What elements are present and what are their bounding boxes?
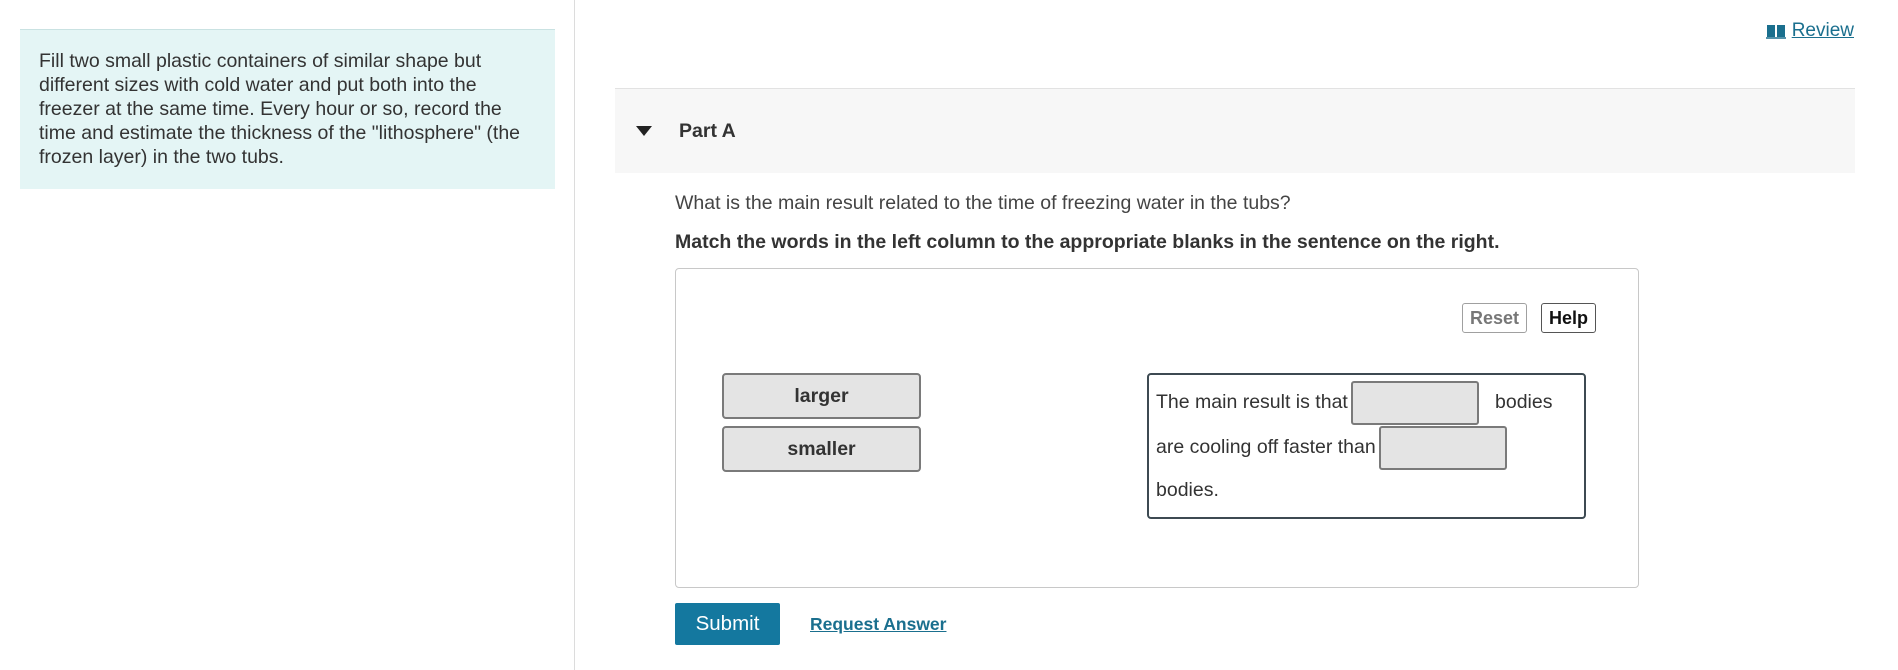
instruction-text: Match the words in the left column to th…	[675, 231, 1500, 253]
sentence-text-2: bodies	[1495, 391, 1553, 413]
review-link[interactable]: Review	[1765, 20, 1854, 42]
sentence-text-3: are cooling off faster than	[1156, 436, 1376, 458]
part-a-header[interactable]: Part A	[615, 88, 1855, 173]
sentence-text-4: bodies.	[1156, 479, 1219, 501]
drag-drop-panel: Reset Help larger smaller The main resul…	[675, 268, 1639, 588]
reset-button[interactable]: Reset	[1462, 303, 1528, 333]
word-tile-smaller[interactable]: smaller	[722, 426, 921, 472]
word-tile-larger[interactable]: larger	[722, 373, 921, 419]
request-answer-link[interactable]: Request Answer	[810, 614, 946, 635]
book-icon	[1765, 25, 1786, 39]
drop-blank-2[interactable]	[1379, 426, 1507, 470]
help-button[interactable]: Help	[1541, 303, 1597, 333]
left-pane: Fill two small plastic containers of sim…	[0, 0, 575, 670]
intro-passage: Fill two small plastic containers of sim…	[20, 29, 555, 189]
drop-blank-1[interactable]	[1351, 381, 1479, 425]
sentence-box: The main result is that bodies are cooli…	[1147, 373, 1586, 519]
question-text: What is the main result related to the t…	[675, 192, 1291, 214]
part-title: Part A	[679, 119, 736, 142]
submit-button[interactable]: Submit	[675, 603, 780, 645]
sentence-text-1: The main result is that	[1156, 391, 1348, 413]
review-label[interactable]: Review	[1792, 20, 1854, 42]
caret-down-icon[interactable]	[635, 125, 653, 137]
